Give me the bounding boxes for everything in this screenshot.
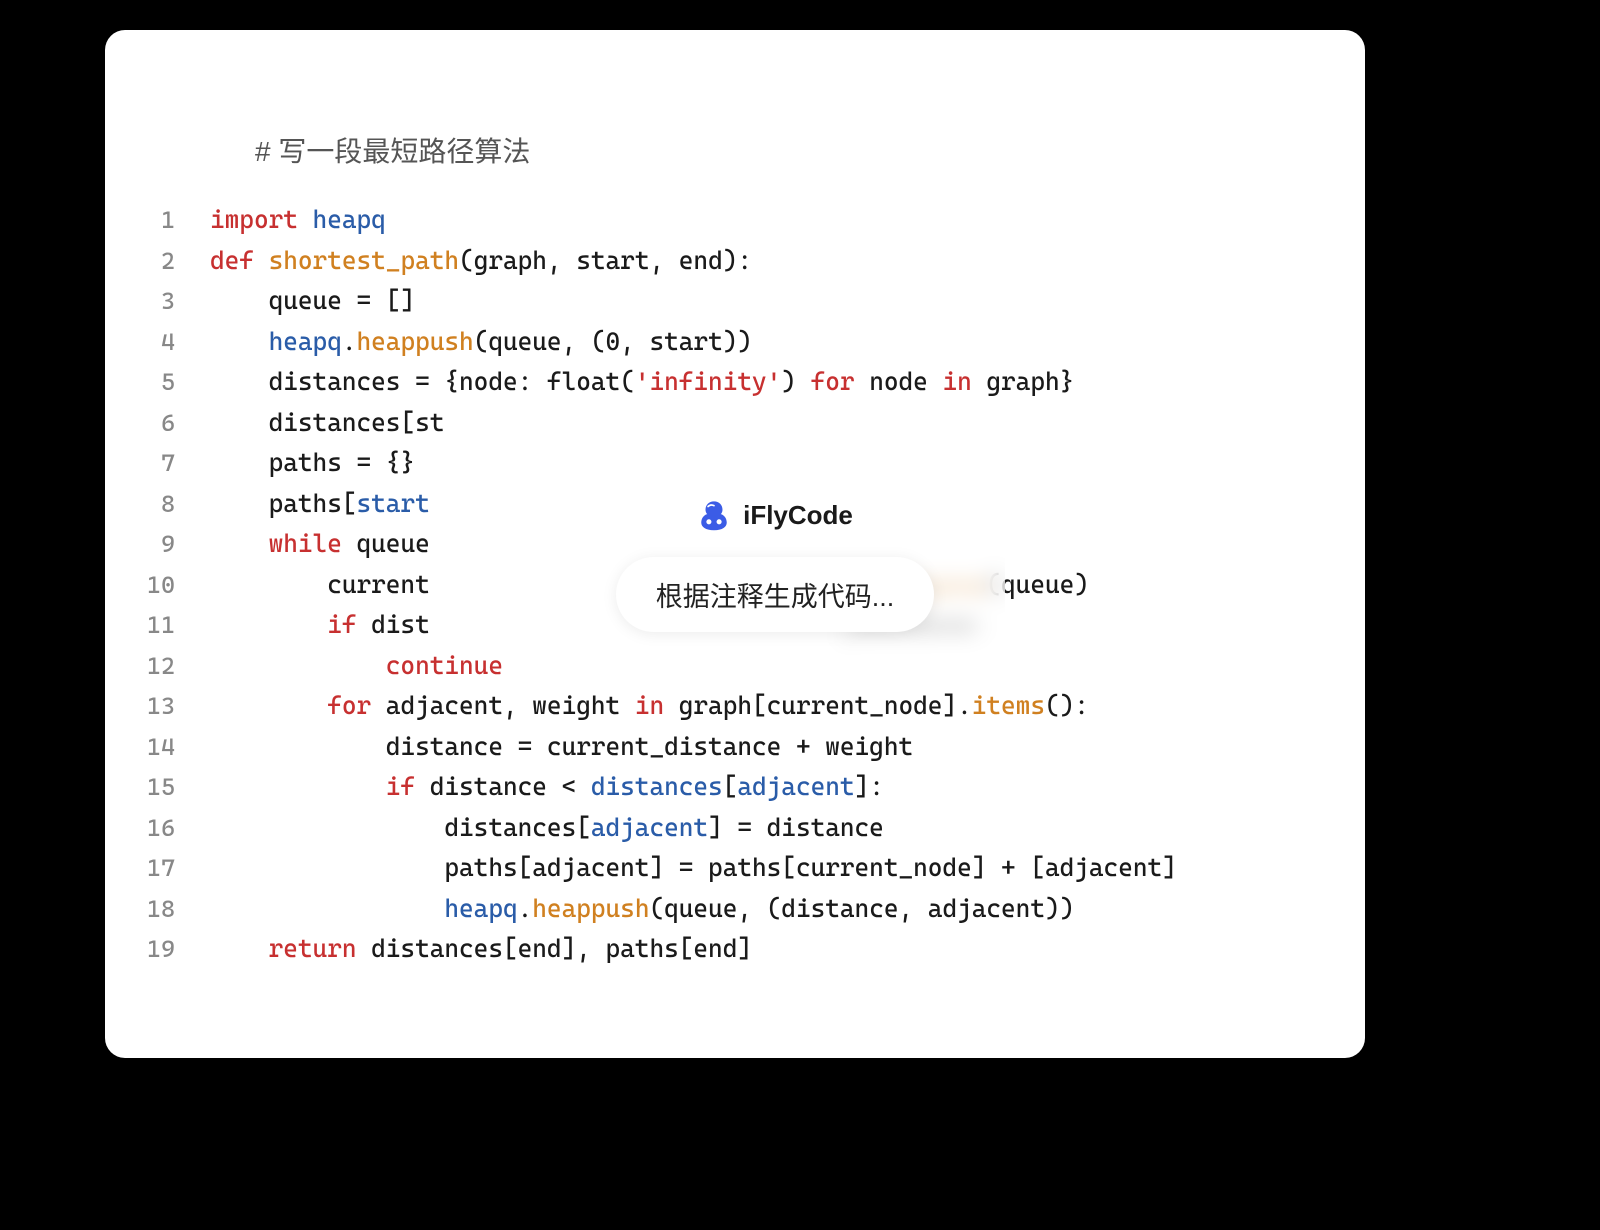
code-line[interactable]: 16 distances[adjacent] = distance: [135, 808, 1315, 849]
code-line[interactable]: 18 heapq.heappush(queue, (distance, adja…: [135, 889, 1315, 930]
popup-brand: iFlyCode: [697, 498, 853, 532]
line-number: 4: [135, 323, 210, 362]
line-number: 8: [135, 485, 210, 524]
line-number: 13: [135, 687, 210, 726]
line-number: 16: [135, 809, 210, 848]
code-line[interactable]: 17 paths[adjacent] = paths[current_node]…: [135, 848, 1315, 889]
popup-message[interactable]: 根据注释生成代码...: [616, 557, 935, 632]
line-number: 15: [135, 768, 210, 807]
code-content: distances[st: [210, 403, 1315, 444]
code-content: import heapq: [210, 200, 1315, 241]
line-number: 5: [135, 363, 210, 402]
code-comment: # 写一段最短路径算法: [255, 130, 1315, 170]
code-content: if distance < distances[adjacent]:: [210, 767, 1315, 808]
code-content: return distances[end], paths[end]: [210, 929, 1315, 970]
popup-brand-text: iFlyCode: [743, 500, 853, 531]
code-editor-window: # 写一段最短路径算法 1import heapq2def shortest_p…: [105, 30, 1365, 1058]
code-content: heapq.heappush(queue, (distance, adjacen…: [210, 889, 1315, 930]
line-number: 1: [135, 201, 210, 240]
code-suggestion-popup[interactable]: iFlyCode 根据注释生成代码...: [545, 440, 1005, 690]
line-number: 11: [135, 606, 210, 645]
code-line[interactable]: 5 distances = {node: float('infinity') f…: [135, 362, 1315, 403]
code-content: distance = current_distance + weight: [210, 727, 1315, 768]
line-number: 6: [135, 404, 210, 443]
line-number: 19: [135, 930, 210, 969]
line-number: 2: [135, 242, 210, 281]
code-content: distances[adjacent] = distance: [210, 808, 1315, 849]
line-number: 9: [135, 525, 210, 564]
line-number: 18: [135, 890, 210, 929]
code-line[interactable]: 15 if distance < distances[adjacent]:: [135, 767, 1315, 808]
code-content: for adjacent, weight in graph[current_no…: [210, 686, 1315, 727]
code-content: def shortest_path(graph, start, end):: [210, 241, 1315, 282]
code-line[interactable]: 6 distances[st: [135, 403, 1315, 444]
code-line[interactable]: 3 queue = []: [135, 281, 1315, 322]
code-line[interactable]: 19 return distances[end], paths[end]: [135, 929, 1315, 970]
code-line[interactable]: 2def shortest_path(graph, start, end):: [135, 241, 1315, 282]
line-number: 3: [135, 282, 210, 321]
code-content: paths[adjacent] = paths[current_node] + …: [210, 848, 1315, 889]
code-line[interactable]: 4 heapq.heappush(queue, (0, start)): [135, 322, 1315, 363]
line-number: 12: [135, 647, 210, 686]
code-line[interactable]: 14 distance = current_distance + weight: [135, 727, 1315, 768]
line-number: 10: [135, 566, 210, 605]
code-content: distances = {node: float('infinity') for…: [210, 362, 1315, 403]
line-number: 14: [135, 728, 210, 767]
code-line[interactable]: 1import heapq: [135, 200, 1315, 241]
iflycode-logo-icon: [697, 498, 731, 532]
code-content: queue = []: [210, 281, 1315, 322]
line-number: 17: [135, 849, 210, 888]
code-line[interactable]: 13 for adjacent, weight in graph[current…: [135, 686, 1315, 727]
code-content: heapq.heappush(queue, (0, start)): [210, 322, 1315, 363]
line-number: 7: [135, 444, 210, 483]
